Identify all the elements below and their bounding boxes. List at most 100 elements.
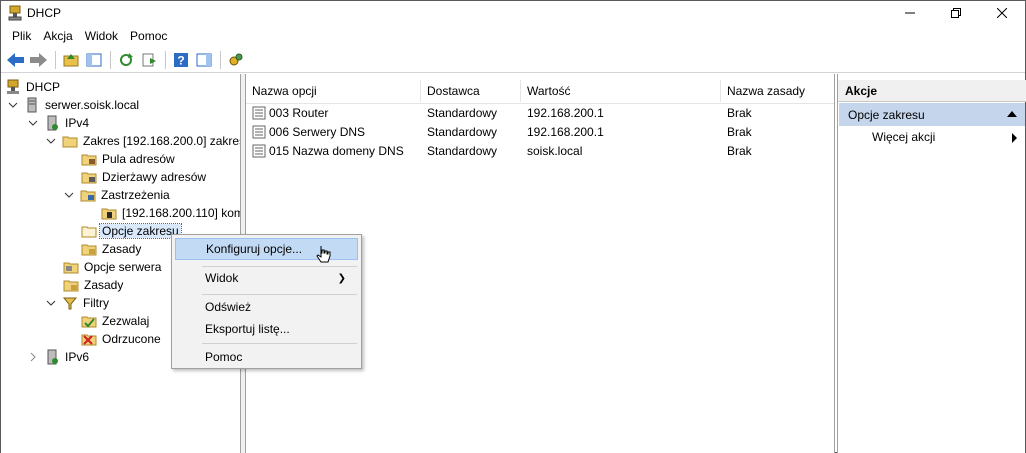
dhcp-app-icon [8,5,22,21]
server-options-icon [63,262,79,274]
ctx-view[interactable]: Widok ❯ [175,267,358,289]
deny-filter-icon [81,334,97,346]
tree-node-server-policies[interactable]: Zasady [63,276,125,294]
toolbar-separator [110,50,111,69]
tree-node-server-options[interactable]: Opcje serwera [63,258,163,276]
tree-node-ipv6[interactable]: IPv6 [27,348,91,366]
tree-node-address-leases[interactable]: Dzierżawy adresów [81,168,208,186]
tree-node-reservations[interactable]: Zastrzeżenia [63,186,172,204]
option-list-icon [252,144,266,157]
chevron-down-icon[interactable] [27,117,39,129]
column-header-option-name[interactable]: Nazwa opcji [246,80,421,102]
forward-button[interactable] [28,49,50,71]
svg-text:?: ? [177,53,184,67]
tree-node-server[interactable]: serwer.soisk.local [7,96,141,114]
dhcp-config-button[interactable] [225,49,247,71]
table-row[interactable]: 003 Router Standardowy 192.168.200.1 Bra… [246,103,834,122]
tree-node-scope-options[interactable]: Opcje zakresu [81,222,182,240]
restore-button[interactable] [933,1,979,25]
show-hide-action-pane-button[interactable] [193,49,215,71]
toolbar-separator [165,50,166,69]
close-icon [997,8,1007,18]
refresh-button[interactable] [115,49,137,71]
ctx-refresh-label: Odśwież [205,300,252,314]
chevron-down-icon[interactable] [7,99,19,111]
tree-node-scope[interactable]: Zakres [192.168.200.0] zakres [45,132,240,150]
tree-node-ipv4[interactable]: IPv4 [27,114,91,132]
menu-file[interactable]: Plik [6,27,37,45]
ctx-separator [202,294,357,295]
toolbar-separator [220,50,221,69]
option-vendor: Standardowy [427,105,498,120]
address-pool-icon [81,154,97,166]
up-level-button[interactable] [60,49,82,71]
restore-icon [951,8,961,18]
allow-filter-icon [81,316,97,328]
toolbar-separator [55,50,56,69]
submenu-arrow-icon: ❯ [337,273,346,284]
policies-icon [63,280,79,292]
column-header-value[interactable]: Wartość [521,80,721,102]
reservation-item-icon [101,208,117,220]
scope-options-icon [81,226,97,238]
table-row[interactable]: 015 Nazwa domeny DNS Standardowy soisk.l… [246,141,834,160]
server-icon [27,97,37,113]
option-vendor: Standardowy [427,124,498,139]
column-header-vendor[interactable]: Dostawca [421,80,521,102]
ctx-refresh[interactable]: Odśwież [175,296,358,318]
export-icon [142,53,156,66]
window-title: DHCP [27,6,62,20]
tree-node-deny[interactable]: Odrzucone [81,330,163,348]
actions-section-scope-options[interactable]: Opcje zakresu [839,103,1025,126]
ctx-help[interactable]: Pomoc [175,346,358,368]
back-button[interactable] [5,49,27,71]
export-list-button[interactable] [138,49,160,71]
forward-arrow-icon [30,52,47,67]
chevron-down-icon[interactable] [45,297,57,309]
option-policy: Brak [727,143,752,158]
collapse-up-icon[interactable] [1007,111,1017,117]
menu-help[interactable]: Pomoc [124,27,173,45]
reservations-icon [80,190,96,202]
show-hide-tree-button[interactable] [83,49,105,71]
table-row[interactable]: 006 Serwery DNS Standardowy 192.168.200.… [246,122,834,141]
tree-node-address-pool[interactable]: Pula adresów [81,150,177,168]
option-policy: Brak [727,105,752,120]
actions-pane: Akcje Opcje zakresu Więcej akcji [837,74,1026,453]
minimize-button[interactable] [887,1,933,25]
folder-up-icon [63,53,79,66]
menu-action[interactable]: Akcja [37,27,78,45]
back-arrow-icon [7,52,24,67]
refresh-icon [120,52,133,66]
tree-node-allow[interactable]: Zezwalaj [81,312,151,330]
help-button[interactable]: ? [170,49,192,71]
actions-pane-title: Akcje [838,80,1026,102]
tree-node-reservation-item[interactable]: [192.168.200.110] kom [101,204,240,222]
tree-node-dhcp[interactable]: DHCP [5,78,62,96]
ctx-separator [202,343,357,344]
ctx-export-list[interactable]: Eksportuj listę... [175,318,358,340]
tree-node-policies[interactable]: Zasady [81,240,143,258]
tree-node-filters[interactable]: Filtry [45,294,111,312]
option-list-icon [252,106,266,119]
column-header-policy-name[interactable]: Nazwa zasady [721,80,834,102]
mouse-cursor-icon [316,246,331,263]
chevron-down-icon[interactable] [45,135,57,147]
filter-icon [62,297,78,310]
ctx-view-label: Widok [205,271,239,285]
action-pane-icon [196,53,212,66]
console-tree-icon [86,53,102,66]
close-button[interactable] [979,1,1025,25]
submenu-arrow-icon [1012,133,1017,143]
more-actions-link[interactable]: Więcej akcji [872,130,935,144]
ctx-configure-label: Konfiguruj opcje... [206,242,303,256]
gears-icon [229,53,243,65]
menu-view[interactable]: Widok [79,27,124,45]
option-value: 192.168.200.1 [527,124,604,139]
option-name: 003 Router [269,105,329,120]
folder-icon [62,136,78,148]
chevron-down-icon[interactable] [63,189,75,201]
chevron-right-icon[interactable] [27,351,39,363]
minimize-icon [905,12,915,14]
ctx-help-label: Pomoc [205,350,243,364]
